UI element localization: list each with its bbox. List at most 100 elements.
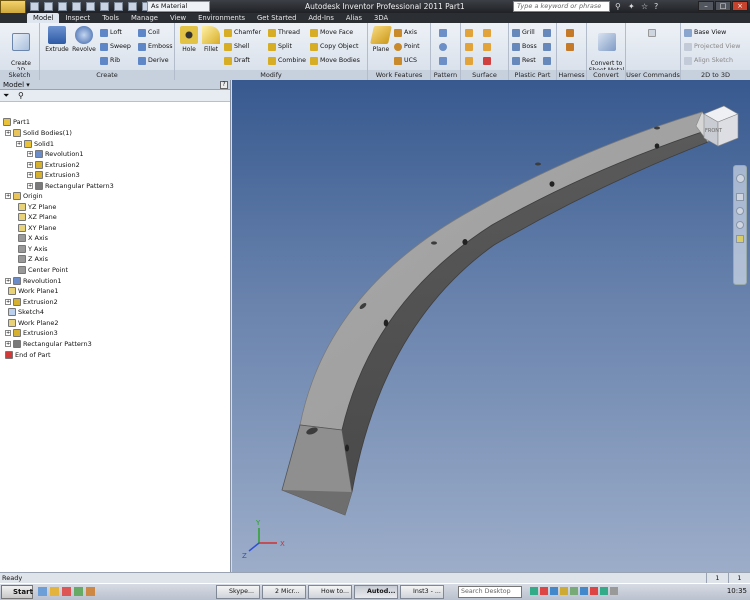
browser-node[interactable]: Y Axis	[18, 244, 48, 254]
tab-3da[interactable]: 3DA	[368, 13, 394, 23]
harness-tool-2[interactable]	[566, 41, 574, 52]
lip-button[interactable]	[543, 55, 551, 66]
revolve-button[interactable]: Revolve	[72, 26, 96, 53]
browser-node[interactable]: End of Part	[5, 350, 51, 360]
browser-node[interactable]: + Extrusion2	[5, 297, 58, 307]
expand-icon[interactable]: +	[5, 278, 11, 284]
browser-node[interactable]: + Rectangular Pattern3	[5, 339, 92, 349]
tab-model[interactable]: Model	[27, 13, 60, 23]
expand-icon[interactable]: +	[27, 151, 33, 157]
update-icon[interactable]	[128, 2, 137, 11]
chamfer-button[interactable]: Chamfer	[224, 27, 261, 38]
tray-icon[interactable]	[570, 587, 578, 595]
user-command-button[interactable]	[648, 27, 656, 38]
base-view-button[interactable]: Base View	[684, 27, 726, 38]
redo-icon[interactable]	[86, 2, 95, 11]
expand-icon[interactable]: +	[27, 183, 33, 189]
maximize-button[interactable]: □	[715, 1, 731, 11]
tray-icon[interactable]	[610, 587, 618, 595]
surface-tool-2[interactable]	[465, 41, 473, 52]
circular-pattern-button[interactable]	[439, 41, 447, 52]
filter-icon[interactable]: ⏷	[3, 91, 9, 100]
ucs-button[interactable]: UCS	[394, 55, 417, 66]
tab-manage[interactable]: Manage	[125, 13, 164, 23]
tab-get-started[interactable]: Get Started	[251, 13, 302, 23]
orbit-icon[interactable]	[736, 221, 744, 229]
steering-wheel-icon[interactable]	[735, 174, 745, 183]
binoculars-icon[interactable]: ⚲	[615, 2, 624, 11]
browser-node[interactable]: + Solid1	[16, 139, 54, 149]
fillet-button[interactable]: Fillet	[199, 26, 223, 53]
minimize-button[interactable]: –	[698, 1, 714, 11]
taskbar-button-microsoft[interactable]: 2 Micr...	[262, 585, 306, 599]
open-icon[interactable]	[44, 2, 53, 11]
browser-node[interactable]: + Extrusion2	[27, 160, 80, 170]
shell-button[interactable]: Shell	[224, 41, 249, 52]
browser-node[interactable]: Sketch4	[8, 307, 44, 317]
rule-fillet-button[interactable]	[543, 41, 551, 52]
browser-node[interactable]: YZ Plane	[18, 202, 56, 212]
tray-icon[interactable]	[590, 587, 598, 595]
combine-button[interactable]: Combine	[268, 55, 306, 66]
close-button[interactable]: ×	[732, 1, 748, 11]
align-sketch-button[interactable]: Align Sketch	[684, 55, 733, 66]
taskbar-button-inst3[interactable]: Inst3 - ...	[400, 585, 444, 599]
graphics-viewport[interactable]: Y X Z FRONT	[232, 80, 750, 572]
material-select[interactable]: As Material	[147, 1, 210, 12]
surface-tool-1[interactable]	[465, 27, 473, 38]
tab-alias[interactable]: Alias	[340, 13, 368, 23]
tray-icon[interactable]	[560, 587, 568, 595]
expand-icon[interactable]: +	[5, 299, 11, 305]
thread-button[interactable]: Thread	[268, 27, 300, 38]
browser-node[interactable]: XZ Plane	[18, 212, 57, 222]
surface-tool-6[interactable]	[483, 55, 491, 66]
loft-button[interactable]: Loft	[100, 27, 122, 38]
tray-icon[interactable]	[530, 587, 538, 595]
expand-icon[interactable]: +	[5, 330, 11, 336]
browser-node[interactable]: Center Point	[18, 265, 68, 275]
extrude-button[interactable]: Extrude	[45, 26, 69, 53]
rectangular-pattern-button[interactable]	[439, 27, 447, 38]
expand-icon[interactable]: +	[27, 162, 33, 168]
subscription-icon[interactable]: ✦	[628, 2, 637, 11]
axis-button[interactable]: Axis	[394, 27, 417, 38]
surface-tool-4[interactable]	[483, 27, 491, 38]
surface-tool-5[interactable]	[483, 41, 491, 52]
desktop-search-input[interactable]: Search Desktop	[458, 586, 522, 598]
mirror-button[interactable]	[439, 55, 447, 66]
return-icon[interactable]	[100, 2, 109, 11]
browser-node[interactable]: + Solid Bodies(1)	[5, 128, 72, 138]
expand-icon[interactable]: +	[5, 341, 11, 347]
expand-icon[interactable]: +	[5, 193, 11, 199]
tray-icon[interactable]	[600, 587, 608, 595]
start-button[interactable]: Start	[1, 585, 33, 599]
move-bodies-button[interactable]: Move Bodies	[310, 55, 360, 66]
move-face-button[interactable]: Move Face	[310, 27, 353, 38]
browser-node[interactable]: Work Plane2	[8, 318, 59, 328]
rest-button[interactable]: Rest	[512, 55, 536, 66]
look-at-icon[interactable]	[736, 235, 744, 243]
pan-icon[interactable]	[736, 193, 744, 201]
tab-tools[interactable]: Tools	[96, 13, 125, 23]
browser-node[interactable]: + Extrusion3	[5, 328, 58, 338]
taskbar-button-how-to[interactable]: How to...	[308, 585, 352, 599]
rib-button[interactable]: Rib	[100, 55, 120, 66]
select-icon[interactable]	[114, 2, 123, 11]
derive-button[interactable]: Derive	[138, 55, 169, 66]
save-icon[interactable]	[58, 2, 67, 11]
quick-launch-icon[interactable]	[38, 587, 47, 596]
find-icon[interactable]: ⚲	[18, 91, 24, 100]
browser-node[interactable]: Z Axis	[18, 254, 48, 264]
browser-node[interactable]: + Revolution1	[27, 149, 84, 159]
browser-node[interactable]: + Revolution1	[5, 276, 62, 286]
split-button[interactable]: Split	[268, 41, 292, 52]
quick-launch-icon[interactable]	[86, 587, 95, 596]
browser-node[interactable]: Part1	[3, 117, 30, 127]
snap-fit-button[interactable]	[543, 27, 551, 38]
tray-icon[interactable]	[550, 587, 558, 595]
undo-icon[interactable]	[72, 2, 81, 11]
dropdown-icon[interactable]: ▾	[24, 81, 30, 89]
browser-help-button[interactable]: ?	[220, 81, 228, 89]
tray-icon[interactable]	[580, 587, 588, 595]
sweep-button[interactable]: Sweep	[100, 41, 131, 52]
